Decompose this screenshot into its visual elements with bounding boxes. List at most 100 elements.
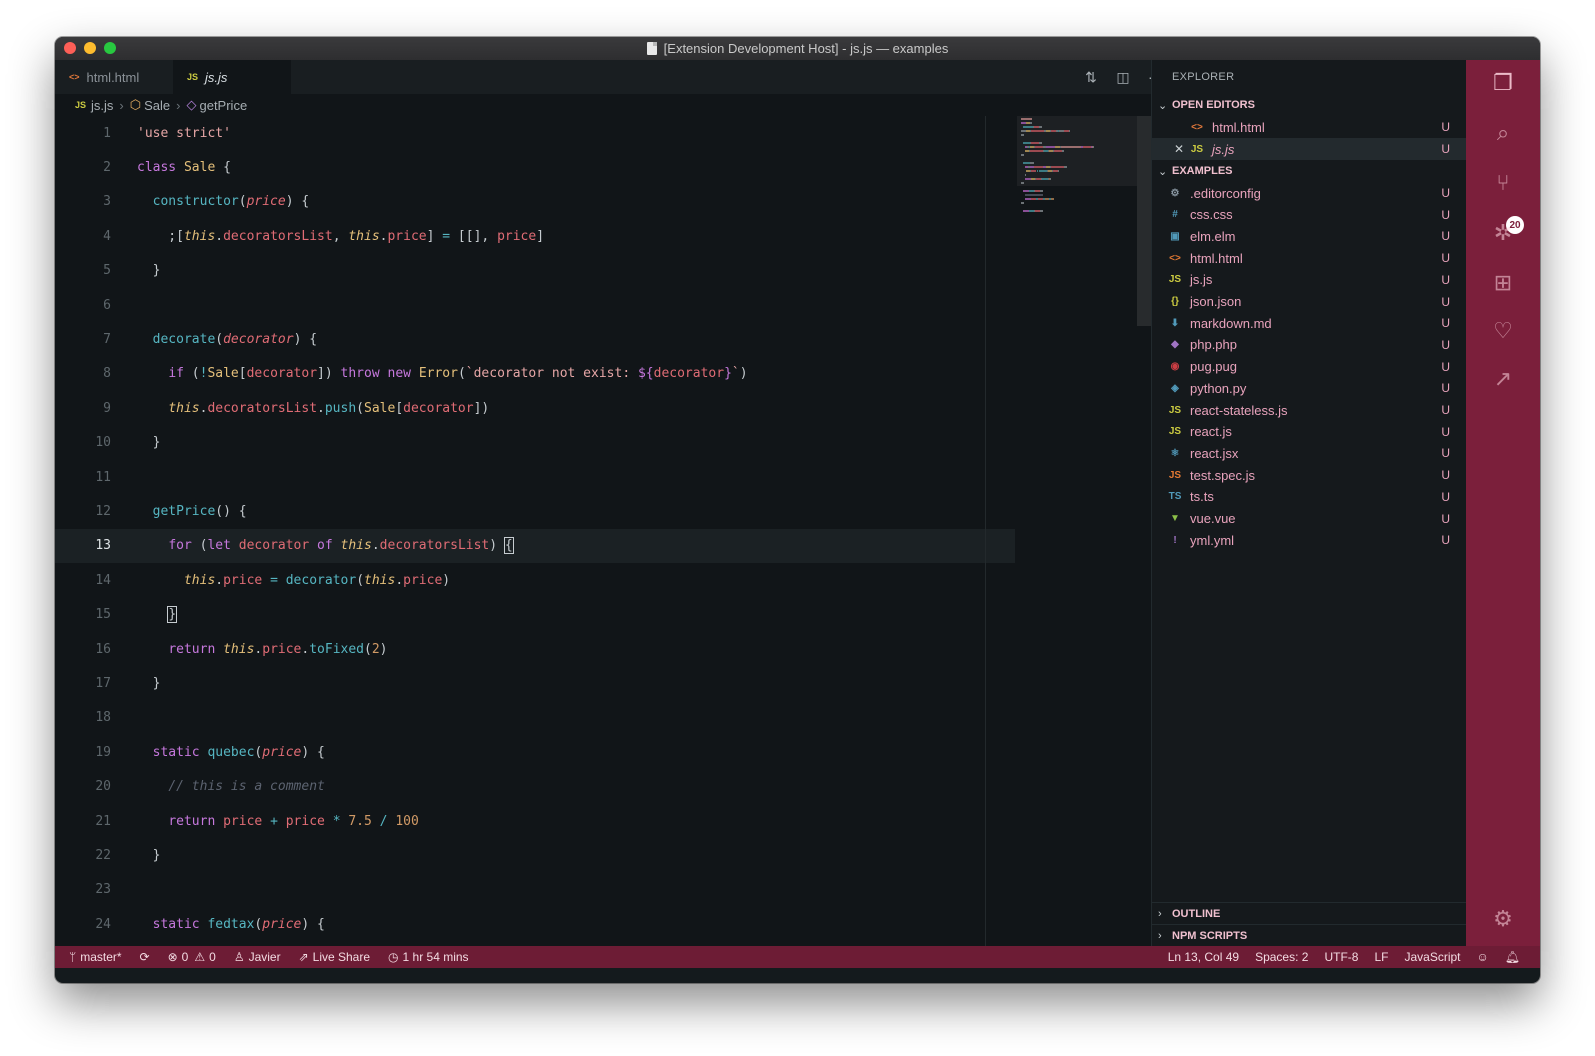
open-editor-html[interactable]: <> html.html U [1152,116,1466,138]
file-item[interactable]: ⚙ .editorconfig U [1152,182,1466,204]
remote-explorer-icon[interactable]: ♡ [1466,318,1540,344]
file-item[interactable]: ⬇ markdown.md U [1152,312,1466,334]
open-changes-icon[interactable]: ⇅ [1075,69,1107,86]
encoding[interactable]: UTF-8 [1324,950,1358,964]
file-item[interactable]: JS js.js U [1152,269,1466,291]
source-control-icon[interactable]: ⑂ [1466,170,1540,196]
code-token: ( [356,400,364,416]
code-line[interactable]: 15 } [55,598,1015,632]
code-line[interactable]: 8 if (!Sale[decorator]) throw new Error(… [55,357,1015,391]
minimize-window-button[interactable] [84,42,96,54]
code-line[interactable]: 4 ;[this.decoratorsList, this.price] = [… [55,219,1015,253]
window-title: [Extension Development Host] - js.js — e… [663,41,949,56]
live-share-icon: ⇗ [298,950,309,964]
code-token: price [262,744,302,760]
user-indicator[interactable]: ♙ Javier [234,950,281,964]
line-number: 22 [95,847,111,863]
code-line[interactable]: 11 [55,460,1015,494]
breadcrumb-method[interactable]: getPrice [199,98,247,113]
sync-icon[interactable]: ⟳ [140,950,150,964]
maximize-window-button[interactable] [104,42,116,54]
npm-scripts-header[interactable]: › NPM SCRIPTS [1152,924,1466,946]
live-share-button[interactable]: ⇗ Live Share [299,950,370,964]
file-item[interactable]: TS ts.ts U [1152,486,1466,508]
file-item[interactable]: ! yml.yml U [1152,529,1466,551]
language-mode[interactable]: JavaScript [1404,950,1460,964]
indentation[interactable]: Spaces: 2 [1255,950,1308,964]
extensions-icon[interactable]: ⊞ [1466,270,1540,296]
file-item[interactable]: <> html.html U [1152,247,1466,269]
tab-html[interactable]: <> html.html [55,60,173,94]
branch-label: master* [80,950,122,964]
debug-icon[interactable]: ✲ [1466,220,1540,246]
code-line[interactable]: 24 static fedtax(price) { [55,907,1015,941]
file-item[interactable]: ◈ python.py U [1152,377,1466,399]
minimap-token [1051,166,1064,168]
file-item[interactable]: ⚛ react.jsx U [1152,442,1466,464]
code-line[interactable]: 23 [55,873,1015,907]
code-line[interactable]: 2 class Sale { [55,150,1015,184]
html-file-icon: <> [69,72,80,82]
file-label: elm.elm [1190,228,1236,244]
search-icon[interactable]: ⌕ [1466,120,1540,146]
code-line[interactable]: 12 getPrice() { [55,494,1015,528]
code-line[interactable]: 13 for (let decorator of this.decorators… [55,528,1015,563]
file-item[interactable]: JS react-stateless.js U [1152,399,1466,421]
code-line[interactable]: 17 } [55,666,1015,700]
breadcrumb-file[interactable]: js.js [91,98,113,113]
close-window-button[interactable] [64,42,76,54]
file-item[interactable]: ◆ php.php U [1152,334,1466,356]
bell-icon[interactable]: 🔔︎ [1505,950,1520,964]
line-text: static fedtax(price) { [137,917,325,932]
file-item[interactable]: ▣ elm.elm U [1152,225,1466,247]
code-line[interactable]: 22 } [55,838,1015,872]
open-editors-header[interactable]: ⌄ OPEN EDITORS [1152,94,1466,116]
file-item[interactable]: ◉ pug.pug U [1152,356,1466,378]
code-line[interactable]: 10 } [55,426,1015,460]
minimap-token [1039,142,1042,144]
feedback-icon[interactable]: ☺ [1477,950,1489,964]
code-line[interactable]: 7 decorate(decorator) { [55,322,1015,356]
file-item[interactable]: # css.css U [1152,204,1466,226]
code-line[interactable]: 14 this.price = decorator(this.price) [55,563,1015,597]
code-line[interactable]: 18 [55,701,1015,735]
code-line[interactable]: 16 return this.price.toFixed(2) [55,632,1015,666]
code-line[interactable]: 1 'use strict' [55,116,1015,150]
scrollbar-thumb[interactable] [1137,116,1151,326]
open-editor-js[interactable]: ✕ JS js.js U [1152,138,1466,160]
outline-header[interactable]: › OUTLINE [1152,902,1466,924]
line-text: ;[this.decoratorsList, this.price] = [[]… [137,229,544,244]
tab-js[interactable]: JS js.js [173,60,291,94]
examples-folder-header[interactable]: ⌄ EXAMPLES [1152,160,1466,182]
file-item[interactable]: JS react.js U [1152,421,1466,443]
line-number: 15 [95,607,111,623]
minimap-token [1021,202,1024,204]
code-line[interactable]: 3 constructor(price) { [55,185,1015,219]
explorer-icon[interactable]: ❐ [1466,70,1540,96]
file-item[interactable]: {} json.json U [1152,291,1466,313]
code-editor[interactable]: 1'use strict' 2 class Sale {3 constructor(… [55,116,1015,946]
close-icon[interactable]: ✕ [1174,142,1184,156]
gear-icon[interactable]: ⚙ [1466,906,1540,932]
code-line[interactable]: 20 // this is a comment [55,770,1015,804]
code-line[interactable]: 6 [55,288,1015,322]
code-token: 2 [371,641,380,657]
file-item[interactable]: ▼ vue.vue U [1152,508,1466,530]
problems-indicator[interactable]: ⊗ 0 ⚠ 0 [168,950,216,964]
split-editor-icon[interactable]: ◫ [1107,69,1139,86]
cursor-position[interactable]: Ln 13, Col 49 [1168,950,1239,964]
editor-scrollbar[interactable] [1137,116,1151,946]
code-line[interactable]: 9 this.decoratorsList.push(Sale[decorato… [55,391,1015,425]
file-item[interactable]: JS test.spec.js U [1152,464,1466,486]
minimap-token [1030,150,1043,152]
minimap[interactable] [1017,116,1137,946]
end-of-line[interactable]: LF [1374,950,1388,964]
breadcrumb-class[interactable]: Sale [144,98,170,113]
code-line[interactable]: 5 } [55,254,1015,288]
live-share-icon[interactable]: ↗ [1466,366,1540,392]
time-tracker[interactable]: ◷ 1 hr 54 mins [388,950,469,964]
code-line[interactable]: 21 return price + price * 7.5 / 100 [55,804,1015,838]
branch-indicator[interactable]: ᛘ master* [69,950,122,964]
js-file-icon: JS [1168,426,1182,438]
code-line[interactable]: 19 static quebec(price) { [55,735,1015,769]
